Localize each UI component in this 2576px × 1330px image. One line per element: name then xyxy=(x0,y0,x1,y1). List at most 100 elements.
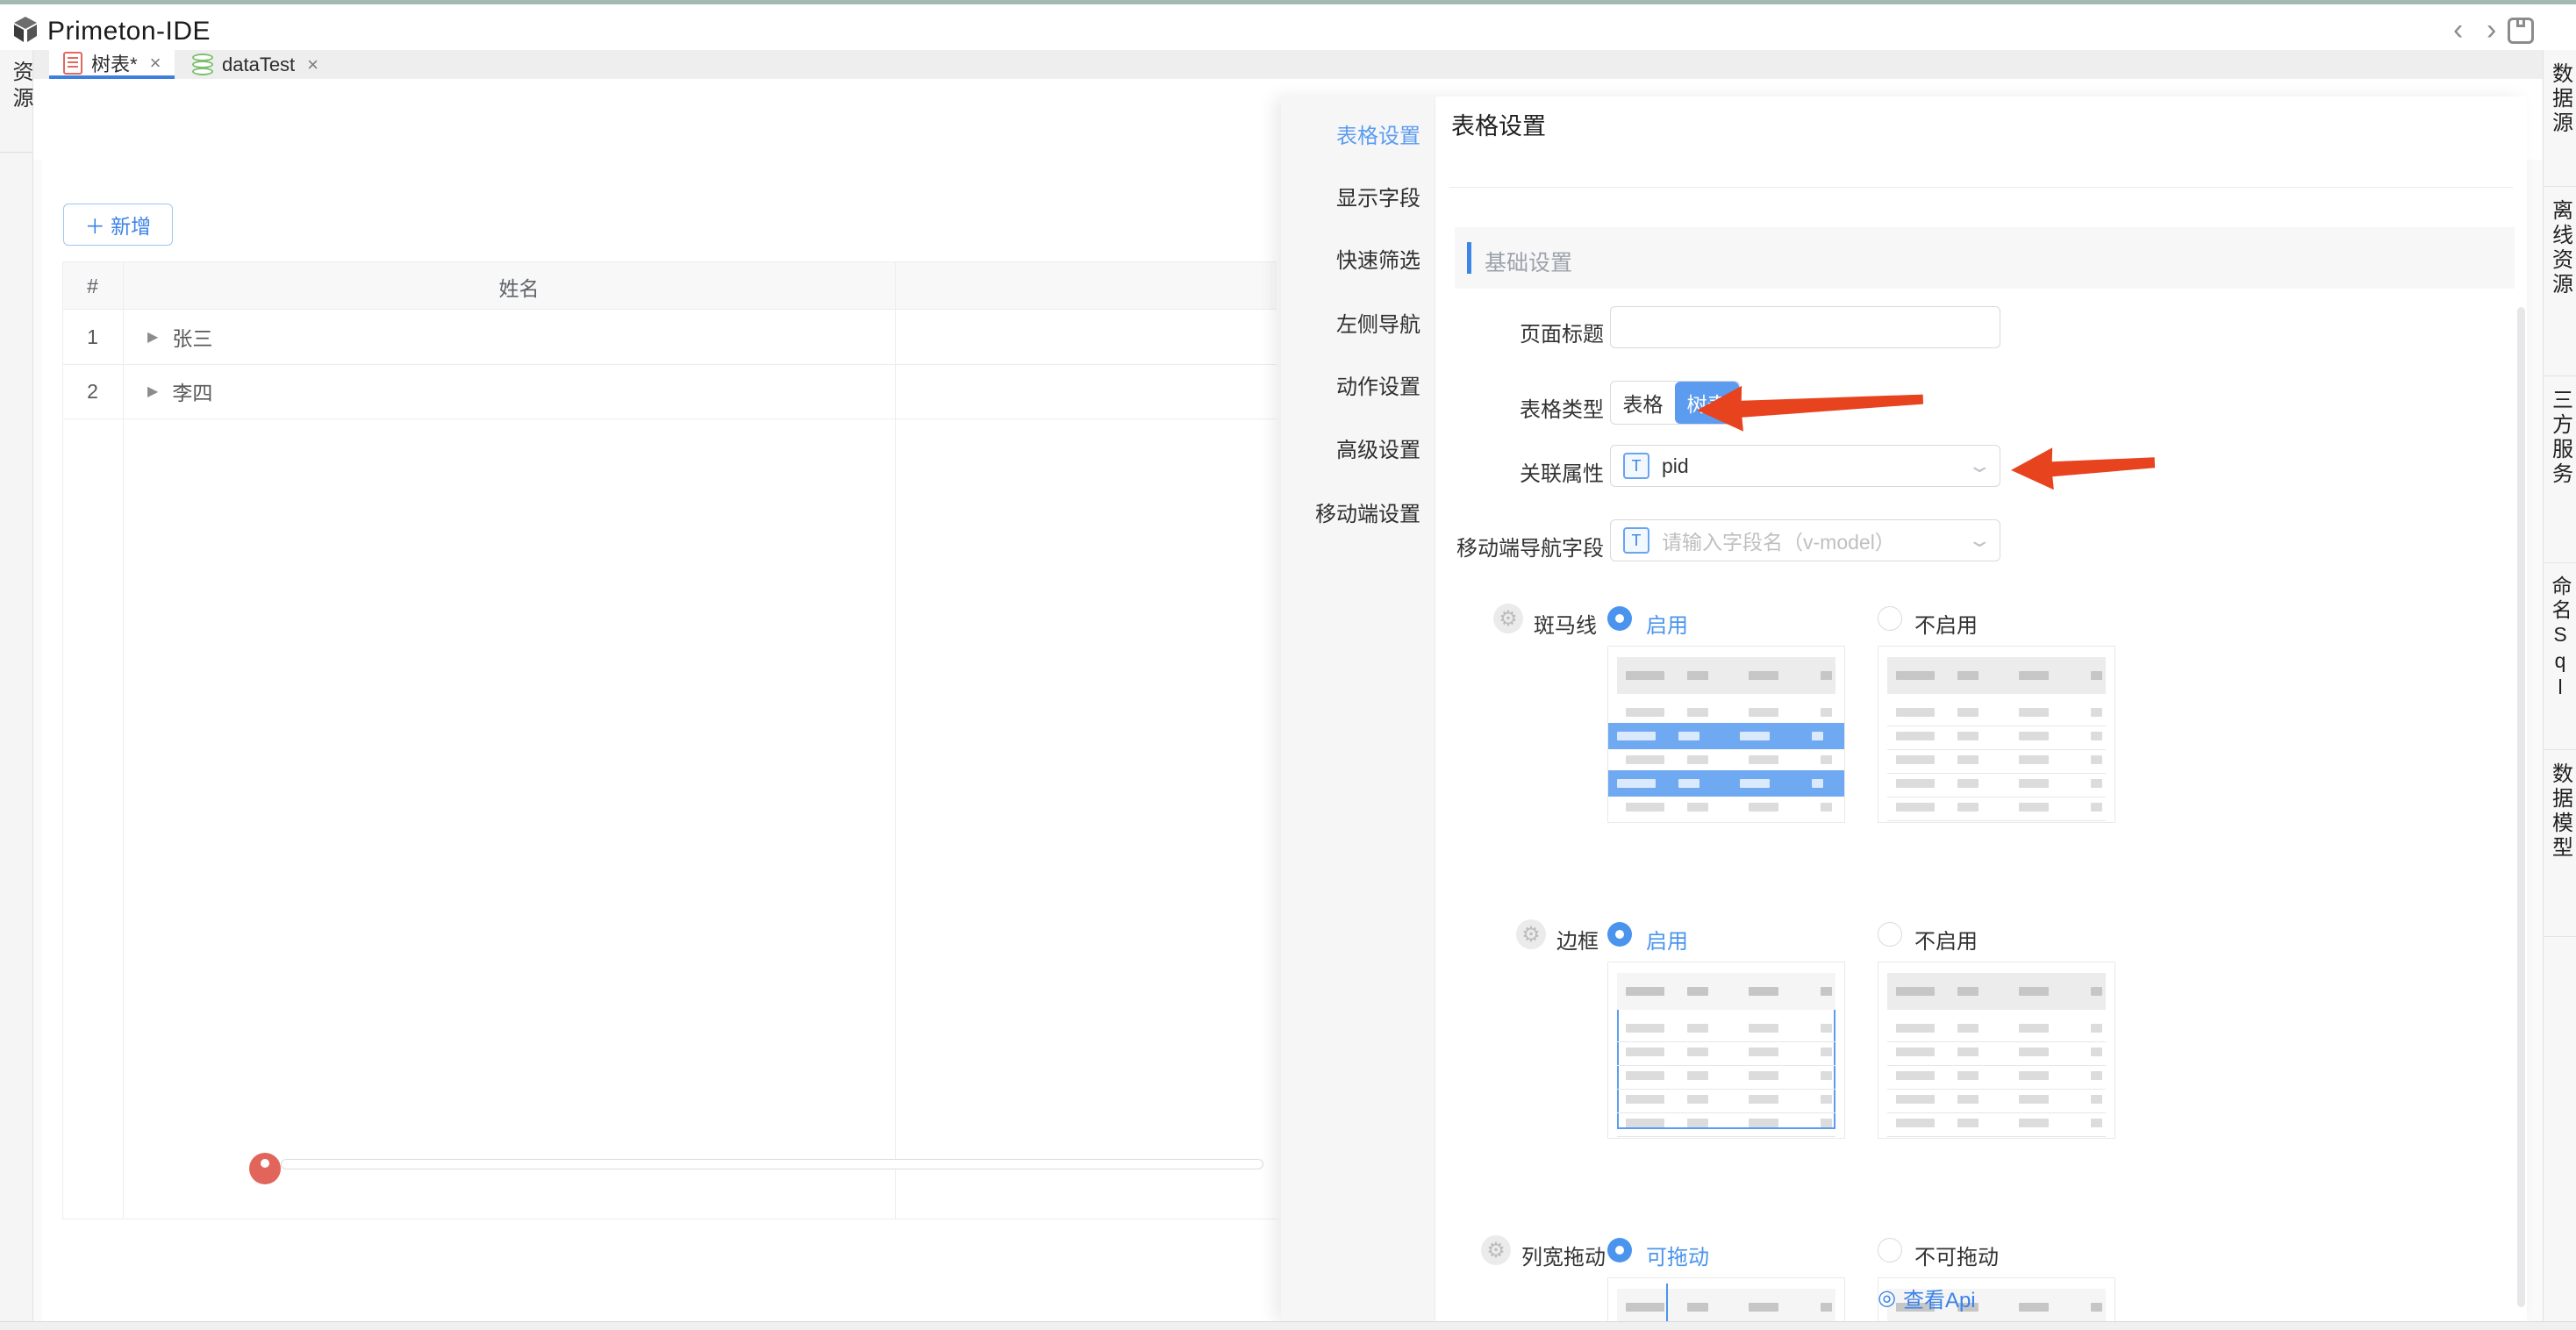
border-preview-off xyxy=(1878,962,2115,1139)
rail-tab-offline-resources[interactable]: 离线资源 xyxy=(2544,187,2576,376)
divider xyxy=(1449,187,2513,188)
zebra-radio-off[interactable] xyxy=(1878,606,1902,631)
row-name-cell: ▶ 李四 xyxy=(147,364,212,418)
gear-icon[interactable]: ⚙ xyxy=(1516,919,1546,949)
view-api-link[interactable]: ◎ 查看Api xyxy=(1878,1283,1976,1313)
rail-tab-data-model[interactable]: 数据模型 xyxy=(2544,750,2576,937)
field-type-icon: T xyxy=(1623,453,1649,479)
drag-off-label[interactable]: 不可拖动 xyxy=(1914,1240,1999,1270)
zebra-radio-on[interactable] xyxy=(1607,606,1632,631)
table-header: # 姓名 xyxy=(62,261,1277,310)
table-type-option-tree[interactable]: 树表 xyxy=(1675,382,1739,424)
menu-item-action-settings[interactable]: 动作设置 xyxy=(1336,369,1420,400)
tab-tree-table[interactable]: 树表* × xyxy=(49,50,175,79)
app-window: Primeton-IDE ‹ › 资源 树表* × dataTest × 低开表… xyxy=(0,0,2576,1330)
column-header-index[interactable]: # xyxy=(62,262,123,311)
menu-item-display-fields[interactable]: 显示字段 xyxy=(1336,181,1420,211)
menu-item-mobile-settings[interactable]: 移动端设置 xyxy=(1315,497,1420,527)
row-index: 2 xyxy=(62,364,123,418)
app-title: Primeton-IDE xyxy=(47,17,211,46)
right-rail: 数据源 离线资源 三方服务 命名Sql 数据模型 xyxy=(2543,50,2576,1330)
badge-dot xyxy=(261,1159,269,1168)
field-label-zebra: 斑马线 xyxy=(1534,608,1597,639)
chevron-down-icon: ⌄ xyxy=(1966,529,1993,552)
relation-value: pid xyxy=(1662,454,1959,478)
row-name: 李四 xyxy=(172,376,212,406)
section-label: 基础设置 xyxy=(1485,246,1572,277)
gear-icon[interactable]: ⚙ xyxy=(1481,1235,1511,1265)
nav-forward-icon[interactable]: › xyxy=(2487,13,2496,47)
expand-caret-icon[interactable]: ▶ xyxy=(147,328,158,346)
left-rail-tab-resources[interactable]: 资源 xyxy=(5,61,36,113)
menu-item-advanced-settings[interactable]: 高级设置 xyxy=(1336,433,1420,463)
tab-datatest[interactable]: dataTest × xyxy=(178,50,333,79)
border-preview-on xyxy=(1607,962,1845,1139)
page-canvas: ＋ 新增 # 姓名 1 ▶ 张三 2 ▶ 李四 xyxy=(42,160,1281,1324)
field-type-icon: T xyxy=(1623,527,1649,554)
border-off-label[interactable]: 不启用 xyxy=(1914,924,1978,955)
field-label-page-title: 页面标题 xyxy=(1520,317,1604,347)
zebra-off-label[interactable]: 不启用 xyxy=(1914,608,1978,639)
drawer-scrollbar[interactable] xyxy=(2517,307,2525,1307)
mobile-nav-select[interactable]: T 请输入字段名（v-model） ⌄ xyxy=(1610,519,2000,561)
section-basic-settings xyxy=(1455,227,2515,289)
rail-tab-datasource[interactable]: 数据源 xyxy=(2544,50,2576,187)
row-name: 张三 xyxy=(172,322,212,352)
divider xyxy=(0,152,32,153)
gear-icon[interactable]: ⚙ xyxy=(1493,604,1523,633)
zebra-preview-on xyxy=(1607,646,1845,823)
border-on-label[interactable]: 启用 xyxy=(1646,924,1688,955)
row-name-cell: ▶ 张三 xyxy=(147,310,212,364)
rail-tab-named-sql[interactable]: 命名Sql xyxy=(2544,563,2576,750)
drag-on-label[interactable]: 可拖动 xyxy=(1646,1240,1709,1270)
chevron-down-icon: ⌄ xyxy=(1966,454,1993,477)
left-rail: 资源 xyxy=(0,50,33,1330)
window-bottom-strip xyxy=(0,1321,2576,1330)
database-icon xyxy=(192,54,213,76)
horizontal-scrollbar[interactable] xyxy=(281,1159,1263,1169)
drag-radio-on[interactable] xyxy=(1607,1238,1632,1262)
api-link-text: 查看Api xyxy=(1903,1283,1976,1313)
mobile-nav-placeholder: 请输入字段名（v-model） xyxy=(1662,526,1959,555)
app-logo xyxy=(11,15,40,45)
page-title-input[interactable] xyxy=(1610,306,2000,348)
settings-drawer: 表格设置 显示字段 快速筛选 左侧导航 动作设置 高级设置 移动端设置 表格设置… xyxy=(1281,97,2527,1321)
section-accent-bar xyxy=(1467,242,1471,274)
form-file-icon xyxy=(63,52,82,75)
add-row-button[interactable]: ＋ 新增 xyxy=(63,204,173,246)
error-badge[interactable] xyxy=(249,1153,281,1184)
border-radio-off[interactable] xyxy=(1878,922,1902,947)
column-header-name[interactable]: 姓名 xyxy=(123,262,915,311)
titlebar: Primeton-IDE ‹ › xyxy=(0,4,2576,51)
row-index: 1 xyxy=(62,310,123,364)
close-icon[interactable]: × xyxy=(307,54,318,76)
border-radio-on[interactable] xyxy=(1607,922,1632,947)
table-type-option-table[interactable]: 表格 xyxy=(1611,382,1675,424)
zebra-preview-off xyxy=(1878,646,2115,823)
field-label-mobile-nav: 移动端导航字段 xyxy=(1456,531,1604,561)
field-label-table-type: 表格类型 xyxy=(1520,392,1604,423)
relation-select[interactable]: T pid ⌄ xyxy=(1610,445,2000,487)
nav-back-icon[interactable]: ‹ xyxy=(2453,13,2463,47)
field-label-relation: 关联属性 xyxy=(1520,456,1604,487)
table-row[interactable]: 2 ▶ 李四 xyxy=(62,364,1277,418)
rail-tab-third-party[interactable]: 三方服务 xyxy=(2544,376,2576,563)
editor-tabbar: 树表* × dataTest × xyxy=(33,50,2543,79)
api-link-icon: ◎ xyxy=(1878,1285,1896,1311)
menu-item-table-settings[interactable]: 表格设置 xyxy=(1336,118,1420,149)
tab-label: 树表* xyxy=(91,49,138,77)
drag-radio-off[interactable] xyxy=(1878,1238,1902,1262)
menu-item-left-nav[interactable]: 左侧导航 xyxy=(1336,307,1420,338)
drawer-menu: 表格设置 显示字段 快速筛选 左侧导航 动作设置 高级设置 移动端设置 xyxy=(1281,97,1435,1321)
tab-label: dataTest xyxy=(222,54,295,76)
menu-item-quick-filter[interactable]: 快速筛选 xyxy=(1336,243,1420,274)
zebra-on-label[interactable]: 启用 xyxy=(1646,608,1688,639)
close-icon[interactable]: × xyxy=(150,52,161,75)
table-type-segmented: 表格 树表 xyxy=(1610,381,1740,425)
drawer-title: 表格设置 xyxy=(1451,107,1546,141)
field-label-drag: 列宽拖动 xyxy=(1521,1240,1606,1270)
field-label-border: 边框 xyxy=(1556,924,1599,955)
save-icon[interactable] xyxy=(2508,18,2534,44)
expand-caret-icon[interactable]: ▶ xyxy=(147,383,158,400)
table-row[interactable]: 1 ▶ 张三 xyxy=(62,310,1277,364)
